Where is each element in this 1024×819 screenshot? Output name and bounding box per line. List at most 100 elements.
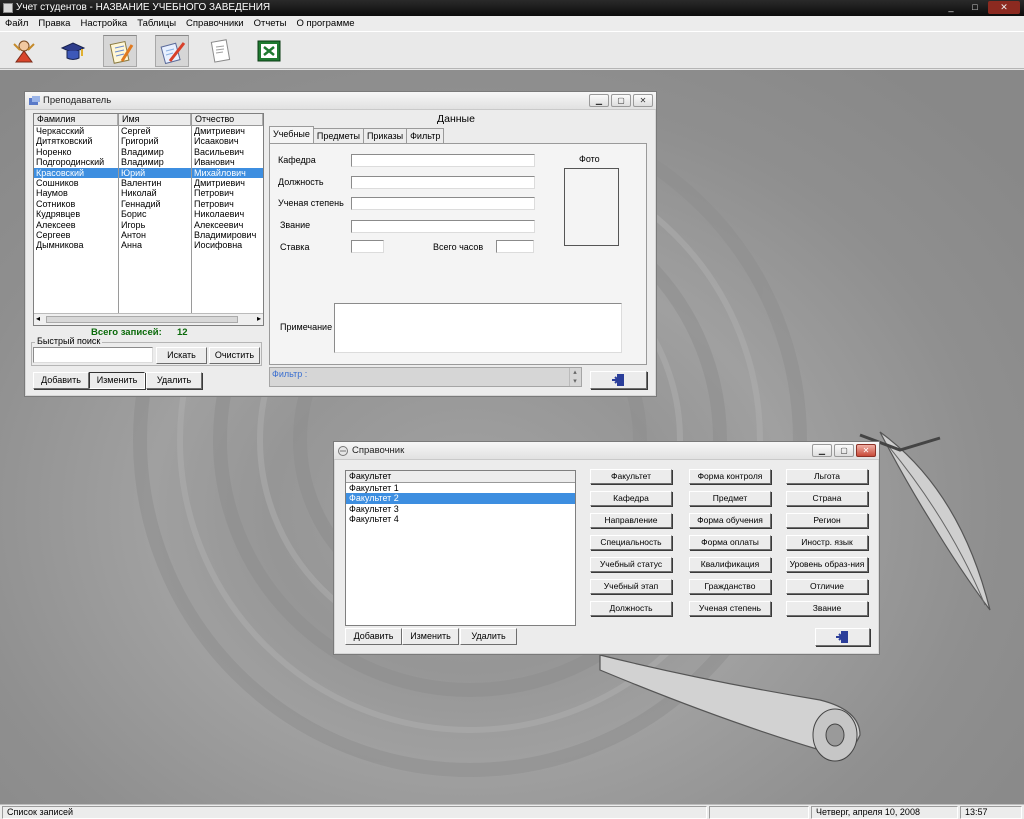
reference-button[interactable]: Льгота — [786, 469, 868, 484]
teacher-cell[interactable]: Валентин — [119, 178, 191, 188]
reference-button[interactable]: Направление — [590, 513, 672, 528]
excel-icon[interactable] — [252, 35, 286, 67]
teacher-cell[interactable]: Владимирович — [192, 230, 263, 240]
teacher-cell[interactable]: Михайлович — [192, 167, 263, 178]
teacher-cell[interactable]: Васильевич — [192, 147, 263, 157]
faculty-list-item[interactable]: Факультет 3 — [346, 504, 575, 514]
rate-field[interactable] — [351, 240, 384, 253]
teacher-cell[interactable]: Дмитриевич — [192, 126, 263, 136]
reference-button[interactable]: Иностр. язык — [786, 535, 868, 550]
reference-button[interactable]: Регион — [786, 513, 868, 528]
teacher-cell[interactable]: Геннадий — [119, 199, 191, 209]
note-field[interactable] — [334, 303, 622, 353]
teacher-list[interactable]: Фамилия Черкасский Дитятковский Норенко Под… — [33, 113, 264, 326]
ref-exit-button[interactable] — [815, 628, 870, 646]
delete-button[interactable]: Удалить — [146, 372, 202, 389]
reference-button[interactable]: Форма контроля — [689, 469, 771, 484]
teacher-cell[interactable]: Исаакович — [192, 136, 263, 146]
notepad-pencil-icon[interactable] — [103, 35, 137, 67]
ref-delete-button[interactable]: Удалить — [460, 628, 517, 645]
reference-button[interactable]: Кафедра — [590, 491, 672, 506]
teacher-cell[interactable]: Петрович — [192, 199, 263, 209]
menu-file[interactable]: Файл — [0, 16, 33, 31]
teacher-cell[interactable]: Кудрявцев — [34, 209, 118, 219]
teacher-cell[interactable]: Наумов — [34, 188, 118, 198]
teacher-window-titlebar[interactable]: Преподаватель ▁ ▢ ✕ — [25, 92, 656, 110]
reference-button[interactable]: Учебный этап — [590, 579, 672, 594]
teacher-cell[interactable]: Норенко — [34, 147, 118, 157]
department-field[interactable] — [351, 154, 535, 167]
teacher-cell[interactable]: Борис — [119, 209, 191, 219]
faculty-list-item[interactable]: Факультет 1 — [346, 483, 575, 493]
minimize-icon[interactable]: ▁ — [812, 444, 832, 457]
menu-tables[interactable]: Таблицы — [132, 16, 181, 31]
teacher-cell[interactable]: Сошников — [34, 178, 118, 188]
edit-button[interactable]: Изменить — [89, 372, 145, 389]
tab-study[interactable]: Учебные — [269, 126, 314, 143]
teacher-cell[interactable]: Дитятковский — [34, 136, 118, 146]
reference-button[interactable]: Уровень образ-ния — [786, 557, 868, 572]
menu-about[interactable]: О программе — [291, 16, 359, 31]
exit-button[interactable] — [590, 371, 647, 389]
teacher-cell[interactable]: Николай — [119, 188, 191, 198]
teacher-cell[interactable]: Владимир — [119, 147, 191, 157]
reference-button[interactable]: Квалификация — [689, 557, 771, 572]
menu-settings[interactable]: Настройка — [75, 16, 132, 31]
minimize-icon[interactable]: _ — [940, 1, 962, 14]
scroll-right-icon[interactable]: ▸ — [257, 314, 261, 323]
photo-frame[interactable] — [564, 168, 619, 246]
tab-filter[interactable]: Фильтр — [406, 128, 445, 143]
quick-search-input[interactable] — [33, 347, 153, 363]
filter-spin-icon[interactable]: ▴ ▾ — [569, 368, 580, 386]
ref-edit-button[interactable]: Изменить — [402, 628, 459, 645]
teacher-cell[interactable]: Сотников — [34, 199, 118, 209]
reference-button[interactable]: Специальность — [590, 535, 672, 550]
search-button[interactable]: Искать — [156, 347, 207, 364]
rank-field[interactable] — [351, 220, 535, 233]
teacher-cell[interactable]: Подгородинский — [34, 157, 118, 167]
position-field[interactable] — [351, 176, 535, 189]
hours-field[interactable] — [496, 240, 534, 253]
clear-button[interactable]: Очистить — [209, 347, 260, 364]
reference-button[interactable]: Страна — [786, 491, 868, 506]
scroll-left-icon[interactable]: ◂ — [36, 314, 40, 323]
horizontal-scrollbar[interactable]: ◂ ▸ — [34, 313, 263, 325]
teacher-cell[interactable]: Иосифовна — [192, 240, 263, 250]
menu-references[interactable]: Справочники — [181, 16, 249, 31]
reference-button[interactable]: Ученая степень — [689, 601, 771, 616]
reference-button[interactable]: Учебный статус — [590, 557, 672, 572]
teacher-icon[interactable] — [7, 35, 41, 67]
reference-button[interactable]: Звание — [786, 601, 868, 616]
teacher-cell[interactable]: Анна — [119, 240, 191, 250]
teacher-cell[interactable]: Алексеевич — [192, 220, 263, 230]
document-icon[interactable] — [203, 35, 237, 67]
reference-button[interactable]: Предмет — [689, 491, 771, 506]
close-icon[interactable]: ✕ — [856, 444, 876, 457]
teacher-cell[interactable]: Дмитриевич — [192, 178, 263, 188]
faculty-list-item[interactable]: Факультет 4 — [346, 514, 575, 524]
teacher-cell[interactable]: Антон — [119, 230, 191, 240]
reference-button[interactable]: Форма оплаты — [689, 535, 771, 550]
edit-orders-icon[interactable] — [155, 35, 189, 67]
surname-header[interactable]: Фамилия — [34, 114, 118, 126]
minimize-icon[interactable]: ▁ — [589, 94, 609, 107]
ref-add-button[interactable]: Добавить — [345, 628, 402, 645]
faculty-header[interactable]: Факультет — [346, 471, 575, 483]
patronymic-header[interactable]: Отчество — [192, 114, 263, 126]
add-button[interactable]: Добавить — [33, 372, 89, 389]
reference-button[interactable]: Отличие — [786, 579, 868, 594]
menu-edit[interactable]: Правка — [33, 16, 75, 31]
reference-button[interactable]: Должность — [590, 601, 672, 616]
teacher-cell[interactable]: Иванович — [192, 157, 263, 167]
reference-button[interactable]: Форма обучения — [689, 513, 771, 528]
faculty-list-item[interactable]: Факультет 2 — [346, 493, 575, 504]
scroll-thumb[interactable] — [46, 316, 238, 323]
tab-orders[interactable]: Приказы — [362, 128, 408, 143]
reference-button[interactable]: Гражданство — [689, 579, 771, 594]
maximize-icon[interactable]: ▢ — [834, 444, 854, 457]
teacher-cell[interactable]: Черкасский — [34, 126, 118, 136]
faculty-list[interactable]: Факультет Факультет 1 Факультет 2 Факульте… — [345, 470, 576, 626]
teacher-cell[interactable]: Дымникова — [34, 240, 118, 250]
maximize-icon[interactable]: □ — [964, 1, 986, 14]
teacher-cell[interactable]: Юрий — [119, 167, 191, 178]
